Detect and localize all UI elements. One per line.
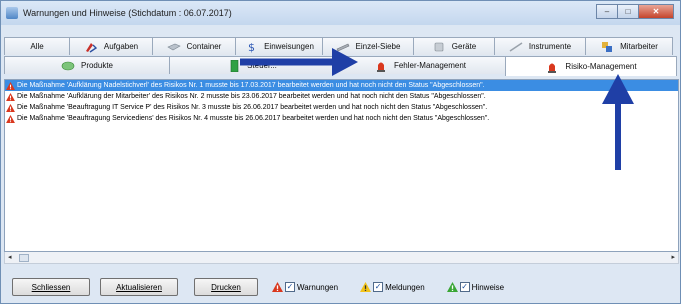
tab-label: Einweisungen — [264, 42, 314, 51]
alarm-light-icon — [548, 63, 557, 73]
alarm-light-icon — [376, 62, 385, 72]
tab-label: Risiko-Management — [565, 62, 637, 71]
tab-label: Fehler-Management — [393, 61, 467, 70]
tab-einzel-siebe[interactable]: Einzel-Siebe — [322, 37, 414, 55]
scroll-thumb[interactable] — [19, 254, 29, 262]
message-text: Die Maßnahme 'Beauftragung Servicediens'… — [17, 115, 490, 122]
list-item[interactable]: Die Maßnahme 'Beauftragung Servicediens'… — [5, 113, 678, 124]
tab-label: Einzel-Siebe — [355, 42, 401, 51]
bottom-bar: Schliessen Aktualisieren Drucken ✓ Warnu… — [4, 271, 679, 303]
tab-label: Geräte — [451, 42, 477, 51]
tab-produkte[interactable]: Produkte — [4, 56, 170, 74]
filter-hinweise[interactable]: ✓ Hinweise — [446, 282, 505, 292]
warning-icon — [6, 114, 15, 123]
close-button[interactable]: ✕ — [638, 4, 674, 19]
minimize-button[interactable]: – — [596, 4, 618, 19]
filter-label: Meldungen — [385, 282, 425, 292]
geraete-icon — [434, 42, 444, 51]
warnungen-checkbox[interactable]: ✓ — [285, 282, 295, 292]
warnings-window: Warnungen und Hinweise (Stichdatum : 06.… — [0, 0, 681, 304]
tab-alle[interactable]: Alle — [4, 37, 70, 55]
container-icon — [166, 43, 181, 50]
tab-label: Mitarbeiter — [620, 42, 658, 51]
filter-label: Warnungen — [297, 282, 339, 292]
hinweise-checkbox[interactable]: ✓ — [459, 282, 470, 292]
message-text: Die Maßnahme 'Aufklärung der Mitarbeiter… — [17, 93, 486, 100]
warning-icon — [6, 81, 15, 90]
aktualisieren-button[interactable]: Aktualisieren — [100, 278, 178, 296]
tab-label: Steuer... — [247, 61, 277, 70]
filter-warnungen[interactable]: ✓ Warnungen — [272, 282, 338, 292]
scroll-right-icon[interactable]: ▸ — [671, 253, 675, 261]
mitarbeiter-icon — [602, 41, 613, 52]
tab-aufgaben[interactable]: Aufgaben — [69, 37, 153, 55]
tab-label: Aufgaben — [103, 42, 139, 51]
tab-mitarbeiter[interactable]: Mitarbeiter — [585, 37, 673, 55]
svg-text:$: $ — [248, 41, 255, 53]
einzel-siebe-icon — [336, 43, 349, 51]
message-text: Die Maßnahme 'Aufklärung Nadelstichverl'… — [17, 82, 485, 89]
app-icon — [6, 7, 18, 19]
schliessen-button[interactable]: Schliessen — [12, 278, 90, 296]
warning-icon — [6, 92, 15, 101]
aufgaben-icon — [85, 42, 97, 53]
tab-row-1: Alle Aufgaben Container $ Einweisungen E… — [4, 37, 679, 55]
tab-steuer[interactable]: Steuer... — [169, 56, 335, 74]
list-item[interactable]: Die Maßnahme 'Beauftragung IT Service P'… — [5, 102, 678, 113]
window-title: Warnungen und Hinweise (Stichdatum : 06.… — [23, 8, 232, 18]
scroll-left-icon[interactable]: ◂ — [8, 253, 12, 261]
tab-container[interactable]: Container — [152, 37, 236, 55]
tab-risiko-management[interactable]: Risiko-Management — [505, 56, 677, 76]
horizontal-scrollbar[interactable]: ◂ ▸ — [4, 252, 679, 264]
list-item[interactable]: Die Maßnahme 'Aufklärung der Mitarbeiter… — [5, 91, 678, 102]
message-list[interactable]: Die Maßnahme 'Aufklärung Nadelstichverl'… — [4, 79, 679, 252]
filter-label: Hinweise — [471, 282, 505, 292]
tab-label: Produkte — [80, 61, 114, 70]
warning-icon — [272, 282, 283, 292]
tab-label: Instrumente — [528, 42, 572, 51]
tab-label: Alle — [30, 42, 44, 51]
einweisungen-icon: $ — [248, 41, 255, 53]
tab-einweisungen[interactable]: $ Einweisungen — [235, 37, 323, 55]
meldungen-checkbox[interactable]: ✓ — [373, 282, 384, 292]
window-controls: – □ ✕ — [596, 4, 674, 19]
meldung-icon — [360, 282, 372, 292]
tab-fehler-management[interactable]: Fehler-Management — [334, 56, 506, 74]
warning-icon — [6, 103, 15, 112]
message-text: Die Maßnahme 'Beauftragung IT Service P'… — [17, 104, 488, 111]
tab-row-2: Produkte Steuer... Fehler-Management Ris… — [4, 56, 679, 76]
drucken-button[interactable]: Drucken — [194, 278, 258, 296]
filter-meldungen[interactable]: ✓ Meldungen — [360, 282, 425, 292]
produkte-icon — [61, 61, 75, 70]
instrumente-icon — [509, 41, 523, 52]
title-bar[interactable]: Warnungen und Hinweise (Stichdatum : 06.… — [1, 1, 680, 25]
steuer-icon — [230, 59, 239, 72]
tab-geraete[interactable]: Geräte — [413, 37, 495, 55]
tab-instrumente[interactable]: Instrumente — [494, 37, 586, 55]
tab-label: Container — [186, 42, 222, 51]
list-item[interactable]: Die Maßnahme 'Aufklärung Nadelstichverl'… — [5, 80, 678, 91]
hinweis-icon — [446, 282, 458, 292]
maximize-button[interactable]: □ — [617, 4, 639, 19]
